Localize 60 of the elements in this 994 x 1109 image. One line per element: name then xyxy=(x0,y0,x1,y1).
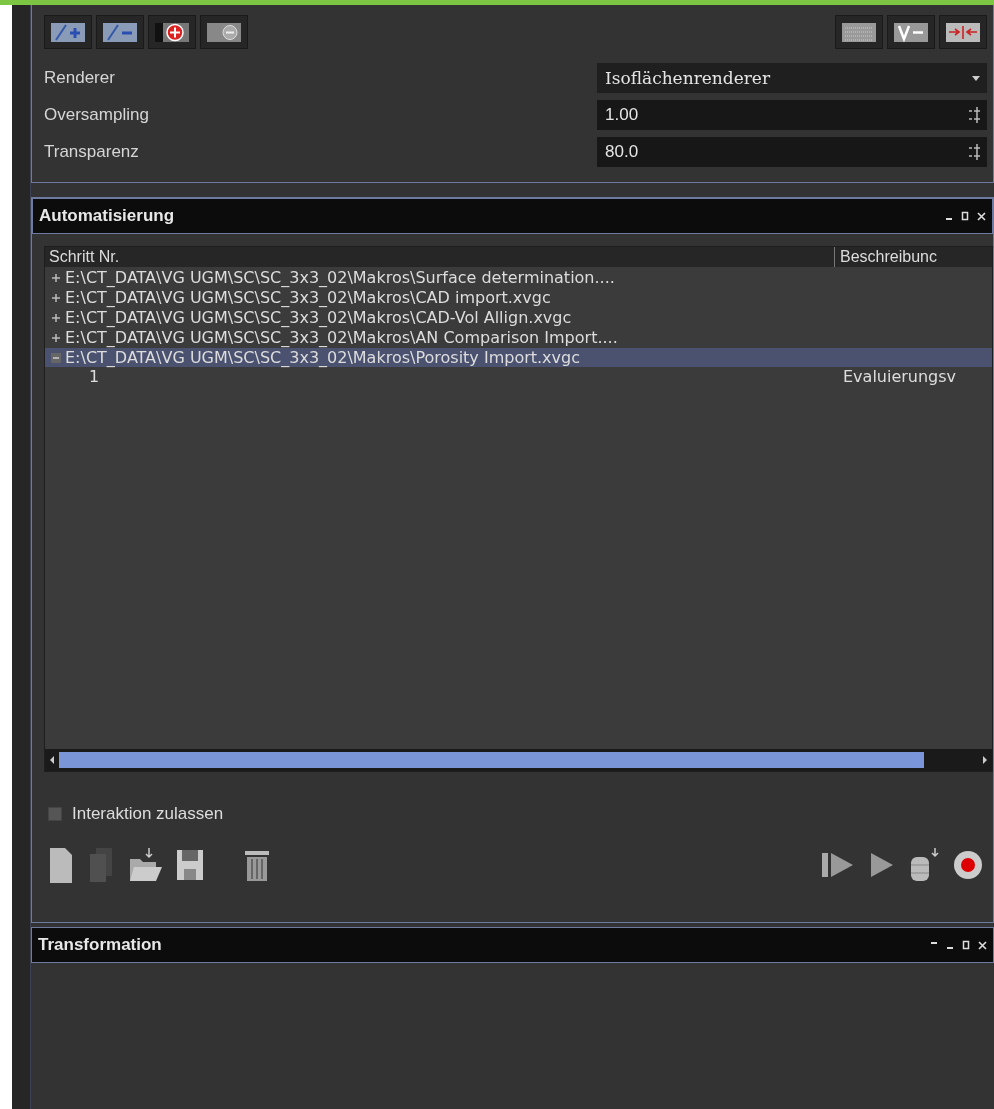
number-field[interactable]: 80.0 xyxy=(597,136,987,167)
property-label: Transparenz xyxy=(44,141,140,162)
tree-row[interactable]: E:\CT_DATA\VG UGM\SC\SC_3x3_02\Makros\CAD import.xvgc xyxy=(45,288,992,307)
expand-icon[interactable] xyxy=(51,332,61,343)
macro-path: E:\CT_DATA\VG UGM\SC\SC_3x3_02\Makros\CAD-Vol Allign.xvgc xyxy=(65,308,572,327)
merge-button[interactable] xyxy=(939,15,987,49)
macro-path: E:\CT_DATA\VG UGM\SC\SC_3x3_02\Makros\Porosity Import.xvgc xyxy=(65,348,580,367)
new-document-icon[interactable] xyxy=(48,846,74,884)
tree-row[interactable]: E:\CT_DATA\VG UGM\SC\SC_3x3_02\Makros\Surface determination.... xyxy=(45,268,992,287)
scrollbar-thumb[interactable] xyxy=(59,752,924,768)
number-field[interactable]: 1.00 xyxy=(597,99,987,130)
zoom-out-button[interactable] xyxy=(200,15,248,49)
panel-title: Automatisierung xyxy=(39,206,176,226)
renderer-dropdown[interactable]: Isoflächenrenderer xyxy=(597,62,987,93)
grid-icon xyxy=(841,20,877,44)
database-import-icon[interactable] xyxy=(909,847,939,883)
macro-path: E:\CT_DATA\VG UGM\SC\SC_3x3_02\Makros\Surface determination.... xyxy=(65,268,615,287)
trash-icon[interactable] xyxy=(244,848,270,882)
scroll-left-icon[interactable] xyxy=(49,755,55,765)
column-header[interactable]: Schritt Nr. xyxy=(45,247,835,267)
macro-path: E:\CT_DATA\VG UGM\SC\SC_3x3_02\Makros\AN Comparison Import.... xyxy=(65,328,618,347)
save-icon[interactable] xyxy=(176,849,204,881)
step-number: 1 xyxy=(88,367,100,386)
zoom-in-button[interactable] xyxy=(148,15,196,49)
expand-icon[interactable] xyxy=(51,272,61,283)
add-view-button[interactable] xyxy=(44,15,92,49)
close-icon[interactable] xyxy=(978,939,987,951)
maximize-icon[interactable] xyxy=(962,939,970,951)
checkbox[interactable] xyxy=(48,807,62,821)
remove-view-icon xyxy=(102,20,138,44)
merge-icon xyxy=(945,20,981,44)
open-folder-icon[interactable] xyxy=(128,847,162,883)
spin-arrows-icon xyxy=(967,104,981,125)
expand-icon[interactable] xyxy=(51,312,61,323)
grid-button[interactable] xyxy=(835,15,883,49)
remove-view-button[interactable] xyxy=(96,15,144,49)
column-header[interactable]: Beschreibunc xyxy=(835,248,937,266)
step-description: Evaluierungsv xyxy=(843,367,957,386)
zoom-in-icon xyxy=(154,20,190,44)
tree-row[interactable]: E:\CT_DATA\VG UGM\SC\SC_3x3_02\Makros\CAD-Vol Allign.xvgc xyxy=(45,308,992,327)
checkbox-label: Interaktion zulassen xyxy=(72,804,224,824)
property-label: Oversampling xyxy=(44,104,150,125)
play-icon[interactable] xyxy=(869,850,895,880)
add-view-icon xyxy=(50,20,86,44)
record-icon[interactable] xyxy=(953,850,983,880)
expand-icon[interactable] xyxy=(51,292,61,303)
collapse-icon[interactable] xyxy=(51,352,61,363)
spin-arrows-icon xyxy=(967,141,981,162)
maximize-icon[interactable] xyxy=(961,210,969,222)
tree-row[interactable]: E:\CT_DATA\VG UGM\SC\SC_3x3_02\Makros\AN Comparison Import.... xyxy=(45,328,992,347)
v-minus-icon xyxy=(893,20,929,44)
tree-row[interactable]: E:\CT_DATA\VG UGM\SC\SC_3x3_02\Makros\Porosity Import.xvgc xyxy=(45,348,992,367)
v-minus-button[interactable] xyxy=(887,15,935,49)
property-label: Renderer xyxy=(44,67,116,88)
zoom-out-icon xyxy=(206,20,242,44)
macro-path: E:\CT_DATA\VG UGM\SC\SC_3x3_02\Makros\CAD import.xvgc xyxy=(65,288,551,307)
close-icon[interactable] xyxy=(977,210,986,222)
panel-title: Transformation xyxy=(38,935,163,955)
scroll-right-icon[interactable] xyxy=(982,755,988,765)
step-play-icon[interactable] xyxy=(821,850,855,880)
